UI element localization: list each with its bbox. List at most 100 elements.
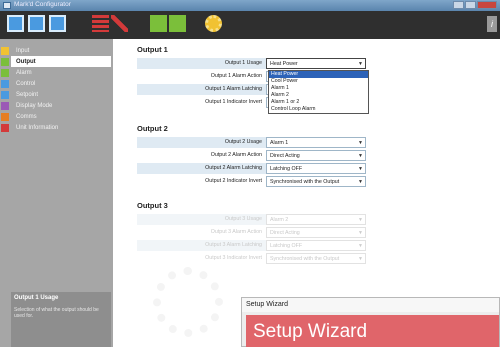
dropdown-option[interactable]: Cool Power [269,78,368,85]
setting-row: Output 3 Usage Alarm 2 ▼ [137,213,482,225]
setting-label: Output 2 Alarm Latching [137,162,266,174]
setting-label: Output 3 Indicator Invert [205,254,262,261]
sidebar-item-label: Comms [16,113,37,120]
help-panel: Output 1 Usage Selection of what the out… [11,292,111,347]
setting-label: Output 3 Usage [137,213,266,225]
chevron-down-icon: ▼ [358,152,363,159]
setting-label: Output 1 Indicator Invert [205,98,262,105]
wizard-banner: Setup Wizard [246,315,499,347]
setting-row: Output 3 Alarm Latching Latching OFF ▼ [137,239,482,251]
download-icon[interactable] [169,15,186,32]
list-icon[interactable] [92,15,109,32]
sidebar-item-label: Output [16,58,36,65]
sidebar-item-label: Input [16,47,30,54]
category-color-icon [1,46,9,55]
sidebar-item-label: Setpoint [16,91,39,98]
info-button[interactable]: i [487,16,497,32]
select-value: Synchronised with the Output [270,178,340,185]
maximize-button[interactable] [465,1,476,9]
dropdown-option[interactable]: Alarm 2 [269,92,368,99]
setting-select[interactable]: Direct Acting ▼ [266,149,366,161]
upload-icon[interactable] [150,15,167,32]
chevron-down-icon: ▼ [358,139,363,146]
chevron-down-icon: ▼ [358,216,363,223]
close-button[interactable] [477,1,497,9]
sidebar-item-display-mode[interactable]: Display Mode [1,100,111,111]
select-value: Alarm 2 [270,216,289,223]
output2-section: Output 2 Output 2 Usage Alarm 1 ▼ Output 2 … [137,124,482,188]
save-icon[interactable] [49,15,66,32]
sidebar-item-label: Control [16,80,36,87]
setting-select: Alarm 2 ▼ [266,213,366,225]
category-color-icon [1,57,9,66]
settings-gear-icon[interactable] [205,15,222,32]
select-value: Synchronised with the Output [270,255,340,262]
section-title: Output 3 [137,201,168,210]
clear-icon[interactable] [111,15,128,32]
setup-wizard-window[interactable]: Setup Wizard Setup Wizard [241,297,500,347]
setting-select[interactable]: Latching OFF ▼ [266,162,366,174]
chevron-down-icon: ▼ [358,242,363,249]
chevron-down-icon: ▼ [358,178,363,185]
gear-watermark-icon [153,267,223,337]
sidebar-item-control[interactable]: Control [1,78,111,89]
sidebar-item-input[interactable]: Input [1,45,111,56]
select-value: Heat Power [270,60,298,67]
section-title: Output 1 [137,45,168,54]
app-icon [3,2,11,9]
setting-select[interactable]: Synchronised with the Output ▼ [266,175,366,187]
category-color-icon [1,90,9,99]
dropdown-option[interactable]: Alarm 1 [269,85,368,92]
title-bar: Mark'd Configurator [0,0,500,11]
chevron-down-icon: ▼ [358,255,363,262]
help-body: Selection of what the output should be u… [14,307,99,320]
help-title: Output 1 Usage [14,295,59,301]
setting-label: Output 2 Usage [137,136,266,148]
select-value: Direct Acting [270,229,300,236]
sidebar-nav: Input Output Alarm Control Setpoint Display M… [1,45,111,133]
setting-row: Output 2 Alarm Latching Latching OFF ▼ [137,162,482,174]
open-file-icon[interactable] [28,15,45,32]
dropdown-option[interactable]: Alarm 1 or 2 [269,99,368,106]
setting-label: Output 3 Alarm Action [210,228,262,235]
window-title: Mark'd Configurator [14,1,71,8]
setting-row: Output 1 Usage Heat Power ▼ [137,57,482,69]
output1-usage-dropdown-list: Heat Power Cool Power Alarm 1 Alarm 2 Alarm … [268,70,369,114]
section-title: Output 2 [137,124,168,133]
setting-row: Output 2 Alarm Action Direct Acting ▼ [137,149,482,161]
new-file-icon[interactable] [7,15,24,32]
select-value: Alarm 1 [270,139,289,146]
chevron-down-icon: ▼ [358,229,363,236]
setting-row: Output 3 Alarm Action Direct Acting ▼ [137,226,482,238]
category-color-icon [1,112,9,121]
chevron-down-icon: ▼ [358,165,363,172]
setting-select[interactable]: Alarm 1 ▼ [266,136,366,148]
setting-select: Direct Acting ▼ [266,226,366,238]
minimize-button[interactable] [453,1,464,9]
select-value: Latching OFF [270,242,303,249]
window-controls [453,1,497,9]
select-value: Latching OFF [270,165,303,172]
dropdown-option[interactable]: Control Loop Alarm [269,106,368,113]
setting-row: Output 2 Indicator Invert Synchronised wi… [137,175,482,187]
setting-label: Output 3 Alarm Latching [137,239,266,251]
sidebar-item-label: Display Mode [16,102,53,109]
sidebar-item-comms[interactable]: Comms [1,111,111,122]
setting-row: Output 3 Indicator Invert Synchronised wi… [137,252,482,264]
sidebar-item-unit-information[interactable]: Unit Information [1,122,111,133]
sidebar-item-setpoint[interactable]: Setpoint [1,89,111,100]
dropdown-option[interactable]: Heat Power [269,71,368,78]
sidebar-item-alarm[interactable]: Alarm [1,67,111,78]
sidebar-item-label: Alarm [16,69,32,76]
sidebar-item-output[interactable]: Output [1,56,111,67]
category-color-icon [1,68,9,77]
setting-select[interactable]: Heat Power ▼ [266,57,366,69]
setting-label: Output 1 Usage [137,57,266,69]
setting-select: Synchronised with the Output ▼ [266,252,366,264]
sidebar: Input Output Alarm Control Setpoint Display M… [0,39,113,347]
setting-label: Output 2 Alarm Action [210,151,262,158]
setting-select: Latching OFF ▼ [266,239,366,251]
sidebar-item-label: Unit Information [16,124,59,131]
setting-label: Output 1 Alarm Action [210,72,262,79]
select-value: Direct Acting [270,152,300,159]
